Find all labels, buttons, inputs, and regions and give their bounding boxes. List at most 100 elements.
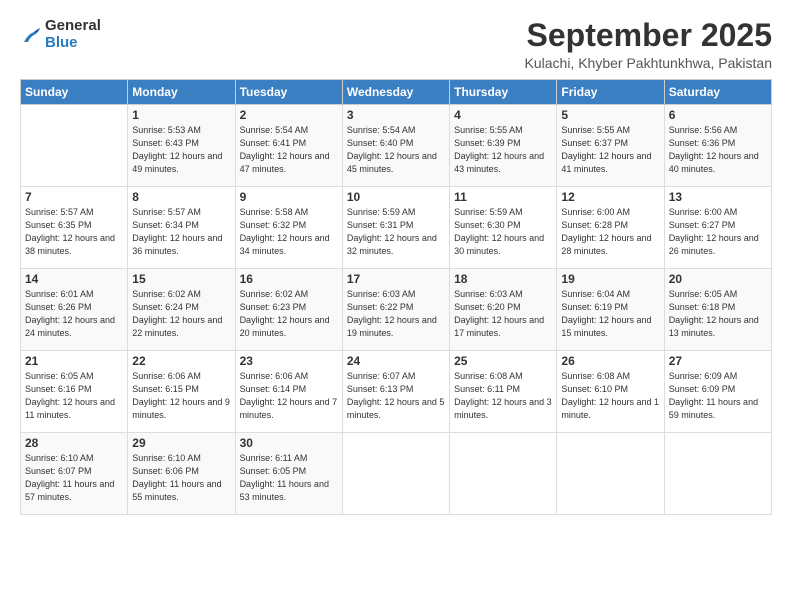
day-info: Sunrise: 5:53 AMSunset: 6:43 PMDaylight:… [132, 124, 230, 176]
title-block: September 2025 Kulachi, Khyber Pakhtunkh… [525, 18, 772, 71]
day-number: 1 [132, 108, 230, 122]
day-number: 17 [347, 272, 445, 286]
day-info: Sunrise: 6:03 AMSunset: 6:20 PMDaylight:… [454, 288, 552, 340]
header: General Blue September 2025 Kulachi, Khy… [20, 18, 772, 71]
day-info: Sunrise: 5:54 AMSunset: 6:41 PMDaylight:… [240, 124, 338, 176]
cell-w4-d0: 21 Sunrise: 6:05 AMSunset: 6:16 PMDaylig… [21, 351, 128, 433]
week-row-5: 28 Sunrise: 6:10 AMSunset: 6:07 PMDaylig… [21, 433, 772, 515]
cell-w4-d5: 26 Sunrise: 6:08 AMSunset: 6:10 PMDaylig… [557, 351, 664, 433]
cell-w2-d6: 13 Sunrise: 6:00 AMSunset: 6:27 PMDaylig… [664, 187, 771, 269]
cell-w5-d0: 28 Sunrise: 6:10 AMSunset: 6:07 PMDaylig… [21, 433, 128, 515]
week-row-1: 1 Sunrise: 5:53 AMSunset: 6:43 PMDayligh… [21, 105, 772, 187]
day-number: 2 [240, 108, 338, 122]
day-info: Sunrise: 6:00 AMSunset: 6:28 PMDaylight:… [561, 206, 659, 258]
week-row-2: 7 Sunrise: 5:57 AMSunset: 6:35 PMDayligh… [21, 187, 772, 269]
cell-w5-d3 [342, 433, 449, 515]
day-number: 14 [25, 272, 123, 286]
day-info: Sunrise: 6:05 AMSunset: 6:16 PMDaylight:… [25, 370, 123, 422]
cell-w5-d4 [450, 433, 557, 515]
cell-w5-d5 [557, 433, 664, 515]
cell-w1-d1: 1 Sunrise: 5:53 AMSunset: 6:43 PMDayligh… [128, 105, 235, 187]
col-saturday: Saturday [664, 80, 771, 105]
day-info: Sunrise: 6:08 AMSunset: 6:10 PMDaylight:… [561, 370, 659, 422]
cell-w5-d6 [664, 433, 771, 515]
week-row-3: 14 Sunrise: 6:01 AMSunset: 6:26 PMDaylig… [21, 269, 772, 351]
header-row: Sunday Monday Tuesday Wednesday Thursday… [21, 80, 772, 105]
day-number: 19 [561, 272, 659, 286]
day-info: Sunrise: 5:59 AMSunset: 6:31 PMDaylight:… [347, 206, 445, 258]
day-number: 16 [240, 272, 338, 286]
day-number: 4 [454, 108, 552, 122]
cell-w2-d0: 7 Sunrise: 5:57 AMSunset: 6:35 PMDayligh… [21, 187, 128, 269]
location-title: Kulachi, Khyber Pakhtunkhwa, Pakistan [525, 55, 772, 71]
logo-text: General Blue [45, 18, 101, 51]
cell-w2-d5: 12 Sunrise: 6:00 AMSunset: 6:28 PMDaylig… [557, 187, 664, 269]
day-info: Sunrise: 6:10 AMSunset: 6:07 PMDaylight:… [25, 452, 123, 504]
cell-w4-d6: 27 Sunrise: 6:09 AMSunset: 6:09 PMDaylig… [664, 351, 771, 433]
cell-w1-d6: 6 Sunrise: 5:56 AMSunset: 6:36 PMDayligh… [664, 105, 771, 187]
cell-w3-d4: 18 Sunrise: 6:03 AMSunset: 6:20 PMDaylig… [450, 269, 557, 351]
day-number: 27 [669, 354, 767, 368]
day-number: 3 [347, 108, 445, 122]
cell-w1-d2: 2 Sunrise: 5:54 AMSunset: 6:41 PMDayligh… [235, 105, 342, 187]
cell-w3-d0: 14 Sunrise: 6:01 AMSunset: 6:26 PMDaylig… [21, 269, 128, 351]
day-info: Sunrise: 6:00 AMSunset: 6:27 PMDaylight:… [669, 206, 767, 258]
day-info: Sunrise: 6:06 AMSunset: 6:14 PMDaylight:… [240, 370, 338, 422]
logo: General Blue [20, 18, 101, 51]
day-info: Sunrise: 6:06 AMSunset: 6:15 PMDaylight:… [132, 370, 230, 422]
logo-bird-icon [20, 24, 42, 46]
cell-w5-d2: 30 Sunrise: 6:11 AMSunset: 6:05 PMDaylig… [235, 433, 342, 515]
day-info: Sunrise: 6:02 AMSunset: 6:24 PMDaylight:… [132, 288, 230, 340]
day-number: 7 [25, 190, 123, 204]
day-info: Sunrise: 5:57 AMSunset: 6:35 PMDaylight:… [25, 206, 123, 258]
day-number: 13 [669, 190, 767, 204]
day-number: 22 [132, 354, 230, 368]
day-number: 10 [347, 190, 445, 204]
month-title: September 2025 [525, 18, 772, 53]
day-number: 11 [454, 190, 552, 204]
cell-w1-d4: 4 Sunrise: 5:55 AMSunset: 6:39 PMDayligh… [450, 105, 557, 187]
cell-w3-d3: 17 Sunrise: 6:03 AMSunset: 6:22 PMDaylig… [342, 269, 449, 351]
day-number: 5 [561, 108, 659, 122]
cell-w1-d3: 3 Sunrise: 5:54 AMSunset: 6:40 PMDayligh… [342, 105, 449, 187]
day-number: 12 [561, 190, 659, 204]
day-number: 15 [132, 272, 230, 286]
logo-general: General [45, 18, 101, 35]
calendar-table: Sunday Monday Tuesday Wednesday Thursday… [20, 79, 772, 515]
cell-w4-d4: 25 Sunrise: 6:08 AMSunset: 6:11 PMDaylig… [450, 351, 557, 433]
col-sunday: Sunday [21, 80, 128, 105]
cell-w3-d5: 19 Sunrise: 6:04 AMSunset: 6:19 PMDaylig… [557, 269, 664, 351]
day-number: 26 [561, 354, 659, 368]
col-tuesday: Tuesday [235, 80, 342, 105]
day-info: Sunrise: 5:55 AMSunset: 6:37 PMDaylight:… [561, 124, 659, 176]
col-thursday: Thursday [450, 80, 557, 105]
day-number: 6 [669, 108, 767, 122]
day-info: Sunrise: 6:05 AMSunset: 6:18 PMDaylight:… [669, 288, 767, 340]
day-info: Sunrise: 5:54 AMSunset: 6:40 PMDaylight:… [347, 124, 445, 176]
day-number: 25 [454, 354, 552, 368]
cell-w5-d1: 29 Sunrise: 6:10 AMSunset: 6:06 PMDaylig… [128, 433, 235, 515]
col-monday: Monday [128, 80, 235, 105]
cell-w2-d4: 11 Sunrise: 5:59 AMSunset: 6:30 PMDaylig… [450, 187, 557, 269]
day-number: 28 [25, 436, 123, 450]
col-friday: Friday [557, 80, 664, 105]
day-number: 9 [240, 190, 338, 204]
day-info: Sunrise: 5:56 AMSunset: 6:36 PMDaylight:… [669, 124, 767, 176]
day-number: 20 [669, 272, 767, 286]
day-number: 29 [132, 436, 230, 450]
cell-w2-d1: 8 Sunrise: 5:57 AMSunset: 6:34 PMDayligh… [128, 187, 235, 269]
day-info: Sunrise: 6:11 AMSunset: 6:05 PMDaylight:… [240, 452, 338, 504]
day-info: Sunrise: 5:58 AMSunset: 6:32 PMDaylight:… [240, 206, 338, 258]
day-info: Sunrise: 6:01 AMSunset: 6:26 PMDaylight:… [25, 288, 123, 340]
day-info: Sunrise: 5:55 AMSunset: 6:39 PMDaylight:… [454, 124, 552, 176]
logo-blue: Blue [45, 35, 101, 52]
day-info: Sunrise: 6:02 AMSunset: 6:23 PMDaylight:… [240, 288, 338, 340]
day-info: Sunrise: 6:07 AMSunset: 6:13 PMDaylight:… [347, 370, 445, 422]
cell-w2-d2: 9 Sunrise: 5:58 AMSunset: 6:32 PMDayligh… [235, 187, 342, 269]
day-info: Sunrise: 6:03 AMSunset: 6:22 PMDaylight:… [347, 288, 445, 340]
cell-w4-d2: 23 Sunrise: 6:06 AMSunset: 6:14 PMDaylig… [235, 351, 342, 433]
day-info: Sunrise: 6:04 AMSunset: 6:19 PMDaylight:… [561, 288, 659, 340]
day-info: Sunrise: 5:59 AMSunset: 6:30 PMDaylight:… [454, 206, 552, 258]
day-info: Sunrise: 6:08 AMSunset: 6:11 PMDaylight:… [454, 370, 552, 422]
day-info: Sunrise: 6:10 AMSunset: 6:06 PMDaylight:… [132, 452, 230, 504]
